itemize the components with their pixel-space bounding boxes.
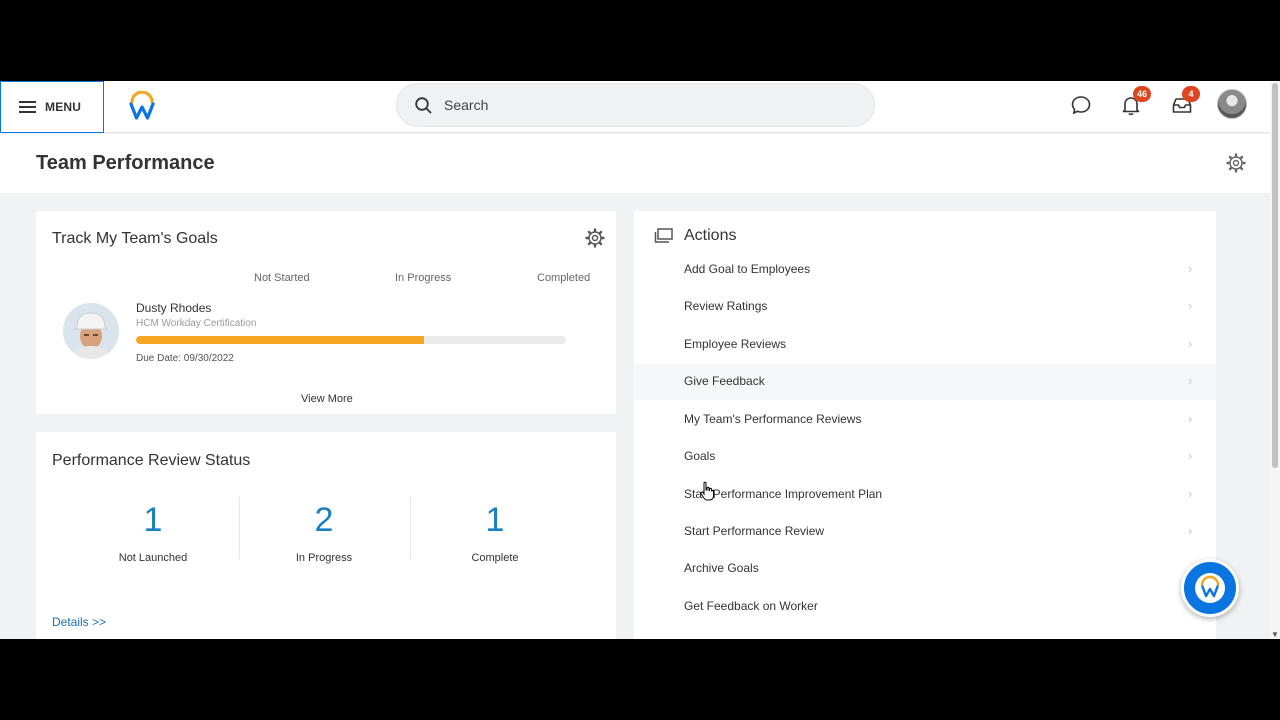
action-label: Start Performance Review: [684, 524, 825, 538]
action-goals[interactable]: Goals ›: [634, 439, 1216, 475]
stat-not-launched[interactable]: 1 Not Launched: [78, 502, 228, 564]
column-header-not-started: Not Started: [254, 272, 310, 284]
mouse-cursor: [700, 481, 714, 501]
employee-name[interactable]: Dusty Rhodes: [136, 301, 211, 315]
chevron-right-icon: ›: [1188, 336, 1193, 351]
actions-icon: [654, 228, 673, 243]
page-scrollbar[interactable]: ▼: [1270, 81, 1280, 639]
employee-photo[interactable]: [63, 303, 119, 359]
gear-icon[interactable]: [1226, 153, 1246, 173]
stat-value: 1: [143, 501, 163, 539]
action-my-teams-performance-reviews[interactable]: My Team's Performance Reviews ›: [634, 402, 1216, 438]
workday-logo[interactable]: [128, 91, 156, 121]
scroll-down-arrow-icon[interactable]: ▼: [1271, 630, 1279, 639]
actions-card: Actions Add Goal to Employees › Review R…: [634, 211, 1216, 639]
stat-label: In Progress: [295, 552, 353, 564]
page-title-bar: Team Performance: [0, 134, 1270, 193]
gear-icon[interactable]: [585, 228, 605, 248]
letterbox-top: [0, 0, 1280, 81]
action-employee-reviews[interactable]: Employee Reviews ›: [634, 327, 1216, 363]
action-start-performance-improvement-plan[interactable]: Start Performance Improvement Plan ›: [634, 477, 1216, 513]
goal-due-date: Due Date: 09/30/2022: [136, 353, 234, 364]
review-card-title: Performance Review Status: [52, 452, 251, 469]
hamburger-icon: [19, 101, 36, 113]
action-label: Review Ratings: [684, 299, 768, 313]
action-label: Add Goal to Employees: [684, 262, 811, 276]
performance-review-status-card: Performance Review Status 1 Not Launched…: [36, 432, 616, 639]
search-icon: [415, 96, 432, 113]
notification-badge: 46: [1133, 86, 1151, 102]
action-label: Goals: [684, 449, 716, 463]
app-window: MENU Search 46 4 Team Performance Track …: [0, 81, 1280, 639]
column-header-in-progress: In Progress: [395, 272, 452, 284]
inbox-badge: 4: [1182, 86, 1200, 102]
chevron-right-icon: ›: [1188, 373, 1193, 388]
action-add-goal-to-employees[interactable]: Add Goal to Employees ›: [634, 252, 1216, 288]
top-navigation-bar: MENU Search 46 4: [0, 81, 1270, 133]
chevron-right-icon: ›: [1188, 523, 1193, 538]
action-label: Give Feedback: [684, 374, 765, 388]
workday-assistant-button[interactable]: [1181, 559, 1239, 617]
assistant-icon: [1195, 573, 1225, 603]
menu-button[interactable]: MENU: [0, 81, 104, 133]
stat-value: 1: [485, 501, 505, 539]
action-label: Archive Goals: [684, 561, 759, 575]
chevron-right-icon: ›: [1188, 486, 1193, 501]
column-header-completed: Completed: [537, 272, 591, 284]
search-input[interactable]: Search: [396, 83, 875, 127]
stat-divider: [410, 497, 411, 559]
letterbox-bottom: [0, 639, 1280, 720]
goal-progress-fill: [136, 336, 425, 344]
action-review-ratings[interactable]: Review Ratings ›: [634, 289, 1216, 325]
details-link[interactable]: Details >>: [52, 615, 106, 629]
team-goals-card: Track My Team's Goals Not Started In Pro…: [36, 211, 616, 414]
chat-icon[interactable]: [1069, 93, 1093, 117]
chevron-right-icon: ›: [1188, 261, 1193, 276]
view-more-link[interactable]: View More: [301, 393, 353, 405]
inbox-icon[interactable]: 4: [1170, 86, 1200, 117]
stat-label: Complete: [471, 552, 519, 564]
stat-divider: [239, 497, 240, 559]
menu-label: MENU: [45, 100, 82, 114]
goal-progress-bar: [136, 336, 566, 344]
stat-value: 2: [314, 501, 334, 539]
goal-plan-name: HCM Workday Certification: [136, 318, 257, 329]
action-label: Get Feedback on Worker: [684, 599, 818, 613]
stat-complete[interactable]: 1 Complete: [420, 502, 570, 564]
goals-card-title: Track My Team's Goals: [52, 230, 218, 247]
actions-card-title: Actions: [684, 227, 737, 244]
action-give-feedback[interactable]: Give Feedback ›: [634, 364, 1216, 400]
action-label: Employee Reviews: [684, 337, 787, 351]
search-placeholder: Search: [444, 97, 489, 113]
action-start-performance-review[interactable]: Start Performance Review ›: [634, 514, 1216, 550]
action-get-feedback-on-worker[interactable]: Get Feedback on Worker: [634, 589, 1216, 625]
chevron-right-icon: ›: [1188, 448, 1193, 463]
stat-label: Not Launched: [118, 552, 188, 564]
action-archive-goals[interactable]: Archive Goals: [634, 551, 1216, 587]
page-title: Team Performance: [36, 152, 215, 174]
user-avatar[interactable]: [1217, 89, 1247, 119]
stat-in-progress[interactable]: 2 In Progress: [249, 502, 399, 564]
scrollbar-thumb[interactable]: [1272, 83, 1278, 468]
chevron-right-icon: ›: [1188, 411, 1193, 426]
bell-icon[interactable]: 46: [1119, 86, 1151, 117]
chevron-right-icon: ›: [1188, 298, 1193, 313]
action-label: My Team's Performance Reviews: [684, 412, 862, 426]
